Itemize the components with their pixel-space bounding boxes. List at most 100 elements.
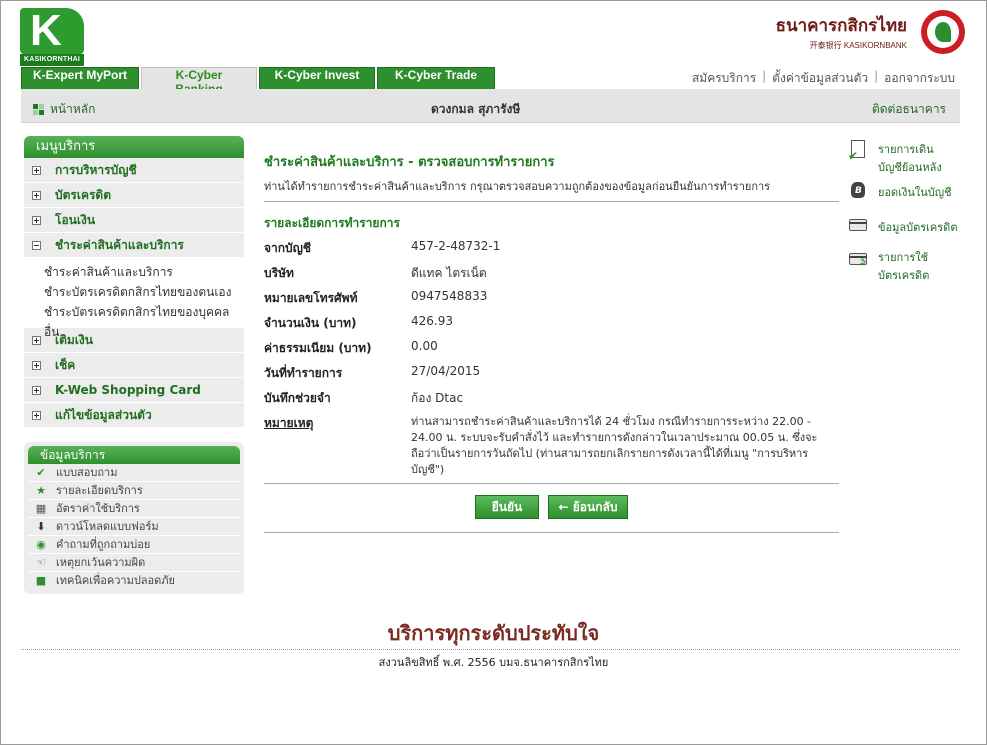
home-label: หน้าหลัก bbox=[50, 102, 96, 116]
detail-value: 457-2-48732-1 bbox=[411, 239, 501, 253]
detail-row-memo: บันทึกช่วยจำ ก้อง Dtac bbox=[264, 389, 463, 408]
expand-icon bbox=[32, 215, 41, 225]
detail-row-fee: ค่าธรรมเนียม (บาท) 0.00 bbox=[264, 339, 438, 358]
product-tabs: K-Expert MyPort K-Cyber Banking K-Cyber … bbox=[21, 67, 497, 96]
detail-row-date: วันที่ทำรายการ 27/04/2015 bbox=[264, 364, 480, 383]
info-item-faq[interactable]: ◉ คำถามที่ถูกถามบ่อย bbox=[28, 536, 240, 554]
info-item-security-tips[interactable]: ■ เทคนิคเพื่อความปลอดภัย bbox=[28, 572, 240, 590]
expand-icon bbox=[32, 410, 41, 420]
submenu-item-bill-payment[interactable]: ชำระค่าสินค้าและบริการ bbox=[44, 262, 244, 282]
page-description: ท่านได้ทำรายการชำระค่าสินค้าและบริการ กร… bbox=[264, 180, 771, 193]
info-title: ข้อมูลบริการ bbox=[28, 446, 240, 464]
menu-item-credit-card[interactable]: บัตรเครดิต bbox=[24, 183, 244, 208]
detail-value: 426.93 bbox=[411, 314, 453, 328]
home-icon bbox=[33, 104, 44, 115]
menu-item-k-web-shopping-card[interactable]: K-Web Shopping Card bbox=[24, 378, 244, 403]
info-item-fees[interactable]: ▦ อัตราค่าใช้บริการ bbox=[28, 500, 240, 518]
detail-value: 0947548833 bbox=[411, 289, 488, 303]
detail-value: 27/04/2015 bbox=[411, 364, 481, 378]
settings-link[interactable]: ตั้งค่าข้อมูลส่วนตัว bbox=[772, 69, 868, 88]
user-name: ดวงกมล สุภารังษี bbox=[431, 102, 521, 116]
home-link[interactable]: หน้าหลัก bbox=[33, 100, 95, 119]
kbank-seal-icon bbox=[921, 10, 965, 54]
slogan: บริการทุกระดับประทับใจ bbox=[387, 621, 600, 645]
bank-name: ธนาคารกสิกรไทย 开泰银行 KASIKORNBANK bbox=[776, 12, 907, 51]
kasikornthai-logo[interactable]: K KASIKORNTHAI bbox=[20, 6, 84, 66]
footer-divider bbox=[21, 649, 960, 650]
logout-link[interactable]: ออกจากระบบ bbox=[884, 69, 955, 88]
tab-k-cyber-banking[interactable]: K-Cyber Banking bbox=[141, 67, 257, 96]
detail-value: ดีแทค ไตรเน็ต bbox=[411, 266, 487, 280]
info-item-service-details[interactable]: ★ รายละเอียดบริการ bbox=[28, 482, 240, 500]
expand-icon bbox=[32, 165, 41, 175]
detail-row-phone: หมายเลขโทรศัพท์ 0947548833 bbox=[264, 289, 487, 308]
info-item-label: แบบสอบถาม bbox=[56, 465, 118, 479]
tab-k-expert-myport[interactable]: K-Expert MyPort bbox=[21, 67, 139, 89]
detail-row-company: บริษัท ดีแทค ไตรเน็ต bbox=[264, 264, 487, 283]
menu-item-edit-profile[interactable]: แก้ไขข้อมูลส่วนตัว bbox=[24, 403, 244, 428]
divider bbox=[264, 532, 839, 533]
copyright: สงวนลิขสิทธิ์ พ.ศ. 2556 บมจ.ธนาคารกสิกรไ… bbox=[378, 656, 609, 669]
menu-item-label: K-Web Shopping Card bbox=[55, 382, 201, 397]
info-item-survey[interactable]: ✔ แบบสอบถาม bbox=[28, 464, 240, 482]
detail-label: จากบัญชี bbox=[264, 241, 312, 255]
quick-link-label: ยอดเงินในบัญชี bbox=[878, 186, 952, 199]
check-icon: ✔ bbox=[36, 465, 46, 479]
info-item-download-forms[interactable]: ⬇ ดาวน์โหลดแบบฟอร์ม bbox=[28, 518, 240, 536]
menu-item-cheque[interactable]: เช็ค bbox=[24, 353, 244, 378]
info-item-label: ดาวน์โหลดแบบฟอร์ม bbox=[56, 519, 159, 533]
back-button[interactable]: ← ย้อนกลับ bbox=[548, 495, 628, 519]
card-usage-icon: $ bbox=[848, 248, 868, 267]
credit-card-icon bbox=[848, 216, 868, 234]
detail-label: ค่าธรรมเนียม (บาท) bbox=[264, 341, 372, 355]
submenu-item-other-card-payment[interactable]: ชำระบัตรเครดิตกสิกรไทยของบุคคลอื่น bbox=[44, 302, 244, 339]
expand-icon bbox=[32, 190, 41, 200]
detail-value: ก้อง Dtac bbox=[411, 391, 464, 405]
detail-label: วันที่ทำรายการ bbox=[264, 366, 343, 380]
money-bag-icon: B bbox=[848, 180, 868, 198]
quick-link-credit-card-info[interactable]: ข้อมูลบัตรเครดิต bbox=[848, 216, 957, 236]
submenu-item-own-card-payment[interactable]: ชำระบัตรเครดิตกสิกรไทยของตนเอง bbox=[44, 282, 244, 302]
note-text: ท่านสามารถชำระค่าสินค้าและบริการได้ 24 ช… bbox=[411, 415, 818, 476]
star-icon: ★ bbox=[36, 483, 46, 497]
confirm-button[interactable]: ยืนยัน bbox=[475, 495, 539, 519]
user-bar: หน้าหลัก ดวงกมล สุภารังษี ติดต่อธนาคาร bbox=[21, 89, 960, 123]
divider bbox=[264, 201, 839, 202]
bank-name-english: 开泰银行 KASIKORNBANK bbox=[809, 41, 907, 50]
bank-name-thai: ธนาคารกสิกรไทย bbox=[775, 16, 907, 36]
download-icon: ⬇ bbox=[36, 519, 46, 533]
info-item-label: อัตราค่าใช้บริการ bbox=[56, 501, 140, 515]
quick-link-statement[interactable]: ✔ รายการเดิน บัญชีย้อนหลัง bbox=[848, 140, 942, 176]
quick-link-label: บัญชีย้อนหลัง bbox=[878, 161, 942, 174]
detail-row-amount: จำนวนเงิน (บาท) 426.93 bbox=[264, 314, 453, 333]
register-link[interactable]: สมัครบริการ bbox=[692, 69, 756, 88]
info-item-label: เหตุยกเว้นความผิด bbox=[56, 555, 146, 569]
expand-icon bbox=[32, 360, 41, 370]
lock-icon: ■ bbox=[35, 574, 47, 587]
quick-link-label: รายการใช้ bbox=[878, 251, 929, 264]
divider bbox=[264, 483, 839, 484]
menu-item-transfer[interactable]: โอนเงิน bbox=[24, 208, 244, 233]
quick-link-balance[interactable]: B ยอดเงินในบัญชี bbox=[848, 180, 952, 201]
collapse-icon bbox=[32, 240, 41, 250]
menu-item-account-management[interactable]: การบริหารบัญชี bbox=[24, 158, 244, 183]
bill-payment-submenu: ชำระค่าสินค้าและบริการ ชำระบัตรเครดิตกสิ… bbox=[24, 258, 244, 339]
separator: | bbox=[874, 69, 879, 83]
menu-item-top-up[interactable]: เติมเงิน bbox=[24, 328, 244, 353]
quick-link-card-usage[interactable]: $ รายการใช้ บัตรเครดิต bbox=[848, 248, 929, 284]
menu-item-label: โอนเงิน bbox=[55, 212, 96, 227]
info-item-label: รายละเอียดบริการ bbox=[56, 483, 143, 497]
detail-label: จำนวนเงิน (บาท) bbox=[264, 316, 357, 330]
contact-bank-link[interactable]: ติดต่อธนาคาร bbox=[872, 100, 946, 119]
quick-link-label: ข้อมูลบัตรเครดิต bbox=[878, 221, 958, 234]
menu-item-label: เติมเงิน bbox=[55, 332, 93, 347]
k-logo-icon: K bbox=[20, 6, 84, 55]
info-item-disclaimer[interactable]: ☜ เหตุยกเว้นความผิด bbox=[28, 554, 240, 572]
menu-item-label: การบริหารบัญชี bbox=[55, 162, 137, 177]
menu-item-bill-payment[interactable]: ชำระค่าสินค้าและบริการ bbox=[24, 233, 244, 258]
arrow-left-icon: ← bbox=[558, 500, 573, 514]
tab-k-cyber-invest[interactable]: K-Cyber Invest bbox=[259, 67, 375, 89]
top-links: สมัครบริการ | ตั้งค่าข้อมูลส่วนตัว | ออก… bbox=[692, 69, 955, 88]
tab-k-cyber-trade[interactable]: K-Cyber Trade bbox=[377, 67, 495, 89]
calculator-icon: ▦ bbox=[35, 501, 47, 515]
